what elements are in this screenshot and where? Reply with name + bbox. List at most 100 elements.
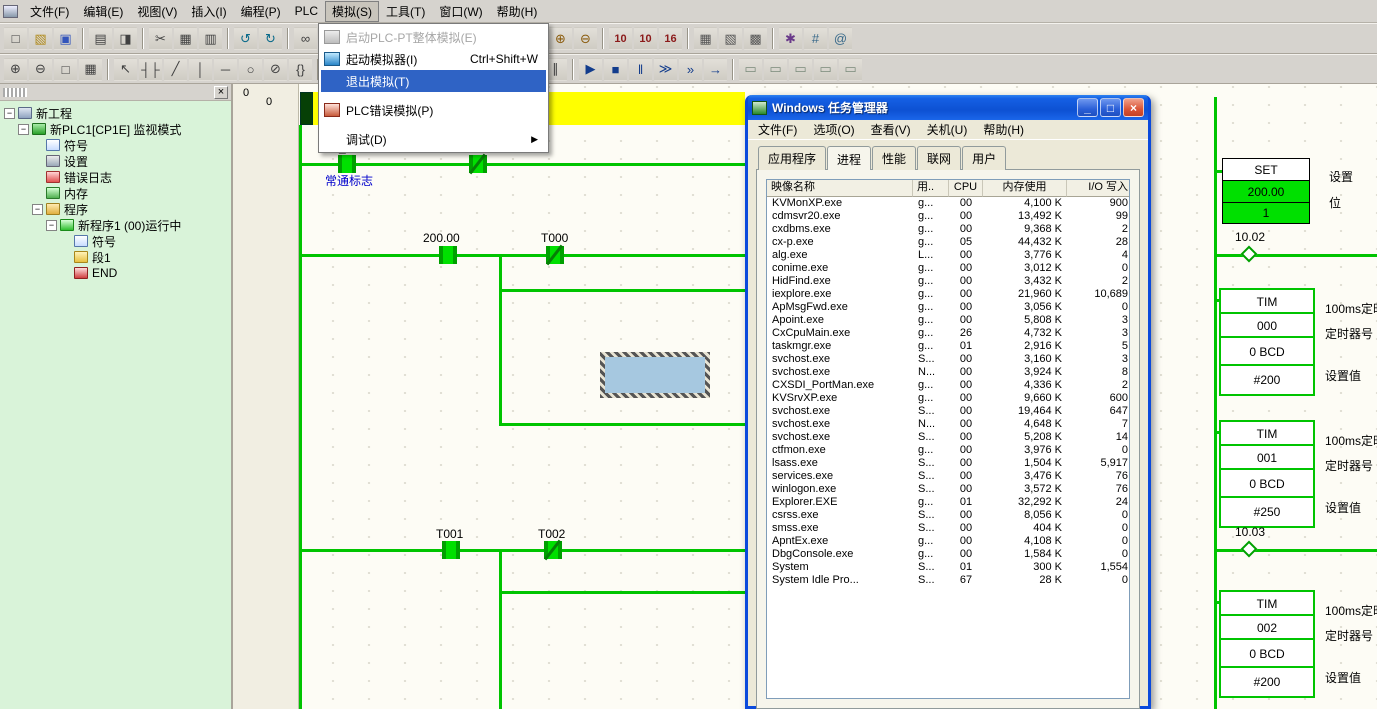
output1-node-icon[interactable] bbox=[1241, 246, 1258, 263]
process-row[interactable]: taskmgr.exeg...012,916 K5 bbox=[767, 340, 1129, 353]
tree-item-0[interactable]: −新工程 bbox=[0, 105, 231, 121]
contact-t000-nc[interactable] bbox=[546, 246, 564, 264]
contact-p-on[interactable] bbox=[338, 155, 356, 173]
title-bar[interactable]: Windows 任务管理器 _ □ × bbox=[748, 95, 1148, 120]
process-row[interactable]: System Idle Pro...S...6728 K0 bbox=[767, 574, 1129, 587]
process-row[interactable]: cx-p.exeg...0544,432 K28 bbox=[767, 236, 1129, 249]
process-row[interactable]: winlogon.exeS...003,572 K76 bbox=[767, 483, 1129, 496]
menu-item-4[interactable]: PLC错误模拟(P) bbox=[321, 99, 546, 121]
contact-label-200-00[interactable]: 200.00 bbox=[423, 231, 460, 245]
pane-toggle-3-icon[interactable]: ▭ bbox=[789, 58, 812, 81]
selection-hatch-box[interactable] bbox=[600, 352, 710, 398]
column-header-4[interactable]: I/O 写入 bbox=[1067, 180, 1130, 197]
force-on-icon[interactable]: ⊕ bbox=[549, 27, 572, 50]
simulation-pause-icon[interactable]: ‖ bbox=[629, 58, 652, 81]
contact-t004-nc[interactable] bbox=[469, 155, 487, 173]
process-row[interactable]: SystemS...01300 K1,554 bbox=[767, 561, 1129, 574]
zoom-fit-icon[interactable]: □ bbox=[54, 58, 77, 81]
taskmgr-menu-item-3[interactable]: 关机(U) bbox=[919, 119, 976, 140]
minimize-button[interactable]: _ bbox=[1077, 98, 1098, 117]
output1-label[interactable]: 10.02 bbox=[1235, 230, 1265, 244]
new-coil-icon[interactable]: ○ bbox=[239, 58, 262, 81]
taskmgr-menu-item-2[interactable]: 查看(V) bbox=[863, 119, 919, 140]
tree-item-7[interactable]: −新程序1 (00)运行中 bbox=[0, 217, 231, 233]
tim-preset[interactable]: #200 bbox=[1221, 668, 1313, 696]
column-header-1[interactable]: 用.. bbox=[913, 180, 949, 197]
paste-icon[interactable]: ▥ bbox=[199, 27, 222, 50]
pane-toggle-2-icon[interactable]: ▭ bbox=[764, 58, 787, 81]
process-row[interactable]: ApMsgFwd.exeg...003,056 K0 bbox=[767, 301, 1129, 314]
font-size-16-icon[interactable]: 16 bbox=[659, 27, 682, 50]
cut-icon[interactable]: ✂ bbox=[149, 27, 172, 50]
process-row[interactable]: alg.exeL...003,776 K4 bbox=[767, 249, 1129, 262]
menubar-item-6[interactable]: 模拟(S) bbox=[325, 1, 379, 22]
menubar-item-5[interactable]: PLC bbox=[288, 2, 325, 20]
menubar-item-0[interactable]: 文件(F) bbox=[23, 1, 76, 22]
cross-reference-icon[interactable]: ✱ bbox=[779, 27, 802, 50]
collapse-icon[interactable]: − bbox=[46, 220, 57, 231]
address-reference-icon[interactable]: @ bbox=[829, 27, 852, 50]
menubar-item-8[interactable]: 窗口(W) bbox=[432, 1, 489, 22]
watch-window-icon[interactable]: # bbox=[804, 27, 827, 50]
zoom-in-icon[interactable]: ⊕ bbox=[4, 58, 27, 81]
tim-number[interactable]: 000 bbox=[1221, 314, 1313, 338]
process-row[interactable]: CxCpuMain.exeg...264,732 K3 bbox=[767, 327, 1129, 340]
grip-handle[interactable] bbox=[3, 88, 27, 97]
process-row[interactable]: DbgConsole.exeg...001,584 K0 bbox=[767, 548, 1129, 561]
taskmgr-menu-item-0[interactable]: 文件(F) bbox=[750, 119, 805, 140]
set-operand[interactable]: 200.00 bbox=[1223, 181, 1309, 203]
contact-label-t000[interactable]: T000 bbox=[541, 231, 568, 245]
process-row[interactable]: iexplore.exeg...0021,960 K10,689 bbox=[767, 288, 1129, 301]
scan-run-icon[interactable]: → bbox=[704, 58, 727, 81]
column-header-3[interactable]: 内存使用 bbox=[983, 180, 1067, 197]
close-button[interactable]: × bbox=[1123, 98, 1144, 117]
collapse-icon[interactable]: − bbox=[18, 124, 29, 135]
tree-item-4[interactable]: 错误日志 bbox=[0, 169, 231, 185]
tab-3[interactable]: 联网 bbox=[917, 146, 961, 170]
tree-item-9[interactable]: 段1 bbox=[0, 249, 231, 265]
tim-number[interactable]: 001 bbox=[1221, 446, 1313, 470]
tab-4[interactable]: 用户 bbox=[962, 146, 1006, 170]
process-row[interactable]: svchost.exeN...004,648 K7 bbox=[767, 418, 1129, 431]
collapse-icon[interactable]: − bbox=[4, 108, 15, 119]
output2-label[interactable]: 10.03 bbox=[1235, 525, 1265, 539]
process-row[interactable]: lsass.exeS...001,504 K5,917 bbox=[767, 457, 1129, 470]
process-row[interactable]: Explorer.EXEg...0132,292 K24 bbox=[767, 496, 1129, 509]
copy-icon[interactable]: ▦ bbox=[174, 27, 197, 50]
tree-item-5[interactable]: 内存 bbox=[0, 185, 231, 201]
io-table-icon[interactable]: ▦ bbox=[694, 27, 717, 50]
new-coil-nc-icon[interactable]: ⊘ bbox=[264, 58, 287, 81]
tree-item-3[interactable]: 设置 bbox=[0, 153, 231, 169]
process-row[interactable]: ApntEx.exeg...004,108 K0 bbox=[767, 535, 1129, 548]
process-row[interactable]: conime.exeg...003,012 K0 bbox=[767, 262, 1129, 275]
process-row[interactable]: services.exeS...003,476 K76 bbox=[767, 470, 1129, 483]
contact-label-t001[interactable]: T001 bbox=[436, 527, 463, 541]
simulation-stop-icon[interactable]: ■ bbox=[604, 58, 627, 81]
tree-item-1[interactable]: −新PLC1[CP1E] 监视模式 bbox=[0, 121, 231, 137]
collapse-icon[interactable]: − bbox=[32, 204, 43, 215]
process-row[interactable]: KVSrvXP.exeg...009,660 K600 bbox=[767, 392, 1129, 405]
tim-block-001[interactable]: TIM 001 0 BCD #250 bbox=[1219, 420, 1315, 528]
redo-icon[interactable]: ↻ bbox=[259, 27, 282, 50]
select-pointer-icon[interactable]: ↖ bbox=[114, 58, 137, 81]
zoom-out-icon[interactable]: ⊖ bbox=[29, 58, 52, 81]
tab-2[interactable]: 性能 bbox=[872, 146, 916, 170]
menu-item-6[interactable]: 调试(D)▶ bbox=[321, 128, 546, 150]
new-icon[interactable]: □ bbox=[4, 27, 27, 50]
menubar-item-9[interactable]: 帮助(H) bbox=[490, 1, 545, 22]
process-row[interactable]: HidFind.exeg...003,432 K2 bbox=[767, 275, 1129, 288]
show-grid-icon[interactable]: ▦ bbox=[79, 58, 102, 81]
pane-toggle-5-icon[interactable]: ▭ bbox=[839, 58, 862, 81]
process-row[interactable]: ctfmon.exeg...003,976 K0 bbox=[767, 444, 1129, 457]
taskmgr-menu-item-1[interactable]: 选项(O) bbox=[805, 119, 862, 140]
save-icon[interactable]: ▣ bbox=[54, 27, 77, 50]
tree-item-2[interactable]: 符号 bbox=[0, 137, 231, 153]
menubar-item-7[interactable]: 工具(T) bbox=[379, 1, 432, 22]
maximize-button[interactable]: □ bbox=[1100, 98, 1121, 117]
open-icon[interactable]: ▧ bbox=[29, 27, 52, 50]
column-header-2[interactable]: CPU bbox=[949, 180, 983, 197]
process-row[interactable]: cdmsvr20.exeg...0013,492 K99 bbox=[767, 210, 1129, 223]
tab-0[interactable]: 应用程序 bbox=[758, 146, 826, 170]
new-instruction-icon[interactable]: {} bbox=[289, 58, 312, 81]
process-row[interactable]: KVMonXP.exeg...004,100 K900 bbox=[767, 197, 1129, 210]
